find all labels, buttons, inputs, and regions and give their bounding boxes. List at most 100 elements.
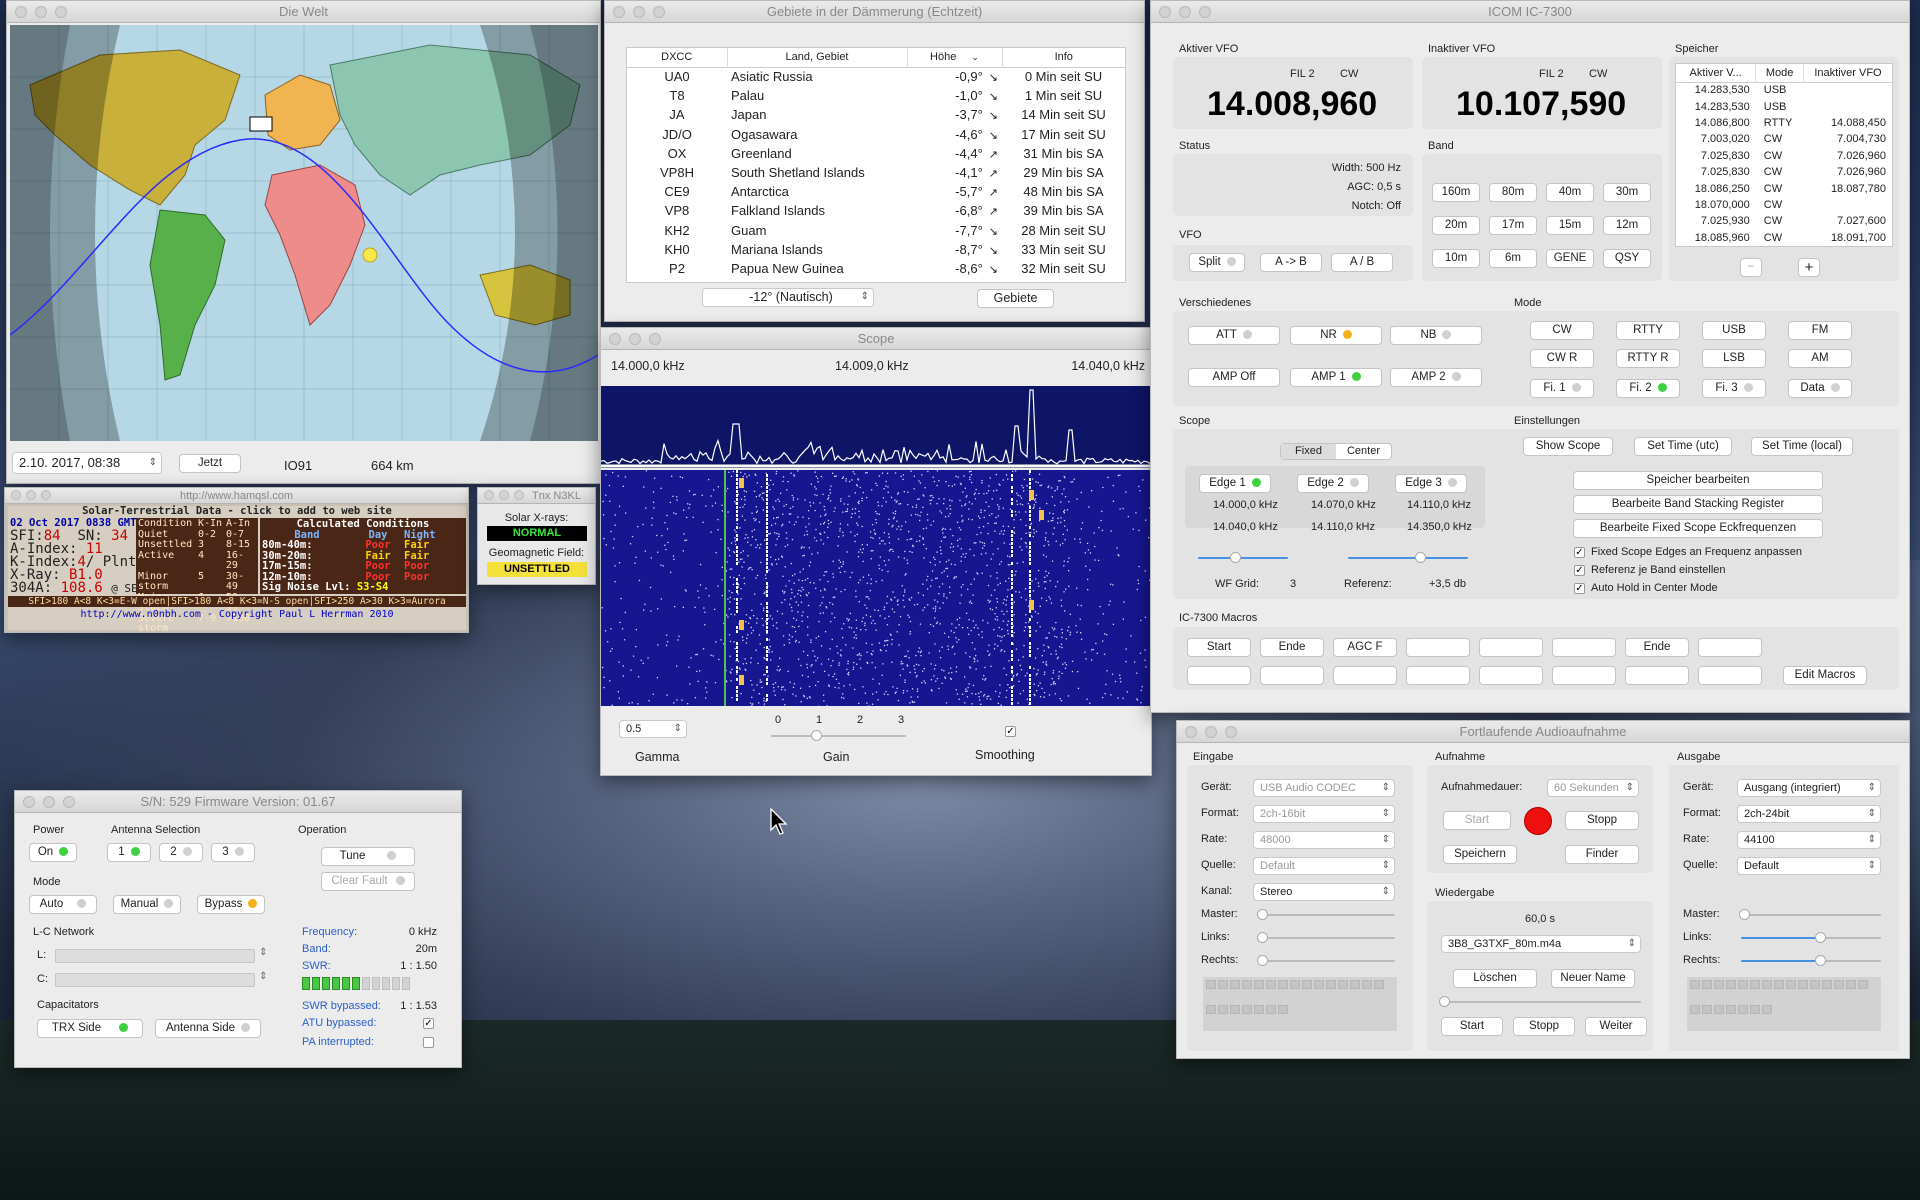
mode-button-cw-r[interactable]: CW R [1530,349,1594,368]
att-button[interactable]: ATT [1188,326,1280,345]
close-icon[interactable] [23,796,35,808]
input-master-slider[interactable] [1257,909,1395,920]
memory-row[interactable]: 14.283,530 USB [1676,82,1892,98]
memory-row[interactable]: 14.283,530 USB [1676,98,1892,114]
edit-band-stacking-button[interactable]: Bearbeite Band Stacking Register [1573,495,1823,514]
band-button-30m[interactable]: 30m [1603,183,1651,202]
close-icon[interactable] [1185,726,1197,738]
mode-button-rtty-r[interactable]: RTTY R [1616,349,1680,368]
l-stepper[interactable]: ⇕ [259,947,267,958]
fixed-edges-checkbox[interactable]: ✓ [1574,547,1585,558]
mode-bypass-button[interactable]: Bypass [197,895,265,914]
input-right-slider[interactable] [1257,955,1395,966]
memory-remove-button[interactable]: − [1740,258,1762,277]
macro-button[interactable] [1625,666,1689,685]
input-source-select[interactable]: Default [1253,857,1395,875]
edge2-button[interactable]: Edge 2 [1297,474,1369,493]
amp1-button[interactable]: AMP 1 [1290,368,1382,387]
zoom-icon[interactable] [653,6,665,18]
record-duration-select[interactable]: 60 Sekunden [1547,779,1639,797]
zoom-icon[interactable] [1225,726,1237,738]
table-row[interactable]: UA0 Asiatic Russia -0,9° ↘ 0 Min seit SU [627,67,1125,86]
input-format-select[interactable]: 2ch-16bit [1253,805,1395,823]
mode-button-lsb[interactable]: LSB [1702,349,1766,368]
output-left-slider[interactable] [1741,932,1881,943]
macro-button[interactable] [1187,666,1251,685]
memory-row[interactable]: 18.086,250 CW 18.087,780 [1676,180,1892,196]
band-button-20m[interactable]: 20m [1432,216,1480,235]
fixed-toggle[interactable]: Fixed [1281,444,1336,459]
filter-3-button[interactable]: Fi. 3 [1702,379,1766,398]
set-time-local-button[interactable]: Set Time (local) [1751,437,1853,456]
band-button-40m[interactable]: 40m [1546,183,1594,202]
gain-slider[interactable] [771,730,906,741]
close-icon[interactable] [1159,6,1171,18]
output-master-slider[interactable] [1739,909,1881,920]
table-row[interactable]: OX Greenland -4,4° ↗ 31 Min bis SA [627,144,1125,163]
world-map[interactable] [10,25,598,441]
close-icon[interactable] [613,6,625,18]
play-next-button[interactable]: Weiter [1585,1017,1647,1036]
close-icon[interactable] [15,6,27,18]
play-start-button[interactable]: Start [1441,1017,1503,1036]
mode-button-cw[interactable]: CW [1530,321,1594,340]
reference-slider[interactable] [1348,552,1468,563]
band-button-6m[interactable]: 6m [1489,249,1537,268]
pa-interrupted-checkbox[interactable] [423,1037,434,1048]
minimize-icon[interactable] [1179,6,1191,18]
memory-row[interactable]: 18.085,960 CW 18.091,700 [1676,230,1892,246]
macro-button[interactable]: Start [1187,638,1251,657]
play-stop-button[interactable]: Stopp [1513,1017,1575,1036]
output-device-select[interactable]: Ausgang (integriert) [1737,779,1881,797]
nr-button[interactable]: NR [1290,326,1382,345]
table-row[interactable]: T8 Palau -1,0° ↘ 1 Min seit SU [627,86,1125,105]
split-button[interactable]: Split [1189,253,1245,272]
band-button-15m[interactable]: 15m [1546,216,1594,235]
table-row[interactable]: VP8H South Shetland Islands -4,1° ↗ 29 Min b… [627,163,1125,182]
zoom-icon[interactable] [55,6,67,18]
antenna-side-button[interactable]: Antenna Side [155,1019,261,1038]
macro-button[interactable] [1260,666,1324,685]
mode-button-usb[interactable]: USB [1702,321,1766,340]
ref-per-band-checkbox[interactable]: ✓ [1574,565,1585,576]
edit-memory-button[interactable]: Speicher bearbeiten [1573,471,1823,490]
now-button[interactable]: Jetzt [179,454,241,473]
tune-button[interactable]: Tune [321,847,415,866]
datetime-field[interactable]: 2.10. 2017, 08:38 [12,452,162,474]
table-row[interactable]: JA Japan -3,7° ↘ 14 Min seit SU [627,105,1125,124]
twilight-table[interactable]: DXCC Land, Gebiet Höhe ⌄ Info UA0 Asiatic… [626,47,1126,283]
band-button-10m[interactable]: 10m [1432,249,1480,268]
wf-grid-slider[interactable] [1198,552,1288,563]
macro-button[interactable] [1479,666,1543,685]
close-icon[interactable] [609,333,621,345]
memory-row[interactable]: 7.025,930 CW 7.027,600 [1676,213,1892,229]
antenna-3-button[interactable]: 3 [211,843,255,862]
chevron-down-icon[interactable]: ⌄ [971,52,979,62]
trx-side-button[interactable]: TRX Side [37,1019,143,1038]
table-row[interactable]: KH0 Mariana Islands -8,7° ↘ 33 Min seit SU [627,240,1125,259]
power-on-button[interactable]: On [29,843,77,862]
minimize-icon[interactable] [43,796,55,808]
macro-button[interactable] [1698,666,1762,685]
edit-fixed-scope-button[interactable]: Bearbeite Fixed Scope Eckfrequenzen [1573,519,1823,538]
filter-1-button[interactable]: Fi. 1 [1530,379,1594,398]
waterfall-display[interactable] [601,470,1152,706]
spectrum-display[interactable] [601,386,1152,468]
band-button-12m[interactable]: 12m [1603,216,1651,235]
playback-file-select[interactable]: 3B8_G3TXF_80m.m4a [1441,935,1641,953]
memory-add-button[interactable]: + [1798,258,1820,277]
c-value-field[interactable] [55,973,255,987]
macro-button[interactable] [1406,666,1470,685]
a-slash-b-button[interactable]: A / B [1331,253,1393,272]
zoom-icon[interactable] [63,796,75,808]
mode-button-am[interactable]: AM [1788,349,1852,368]
data-button[interactable]: Data [1788,379,1852,398]
show-scope-button[interactable]: Show Scope [1523,437,1613,456]
minimize-icon[interactable] [1205,726,1217,738]
band-button-80m[interactable]: 80m [1489,183,1537,202]
memory-row[interactable]: 14.086,800 RTTY 14.088,450 [1676,115,1892,131]
memory-row[interactable]: 18.070,000 CW [1676,197,1892,213]
save-button[interactable]: Speichern [1443,845,1517,864]
atu-bypassed-checkbox[interactable]: ✓ [423,1018,434,1029]
zoom-icon[interactable] [649,333,661,345]
